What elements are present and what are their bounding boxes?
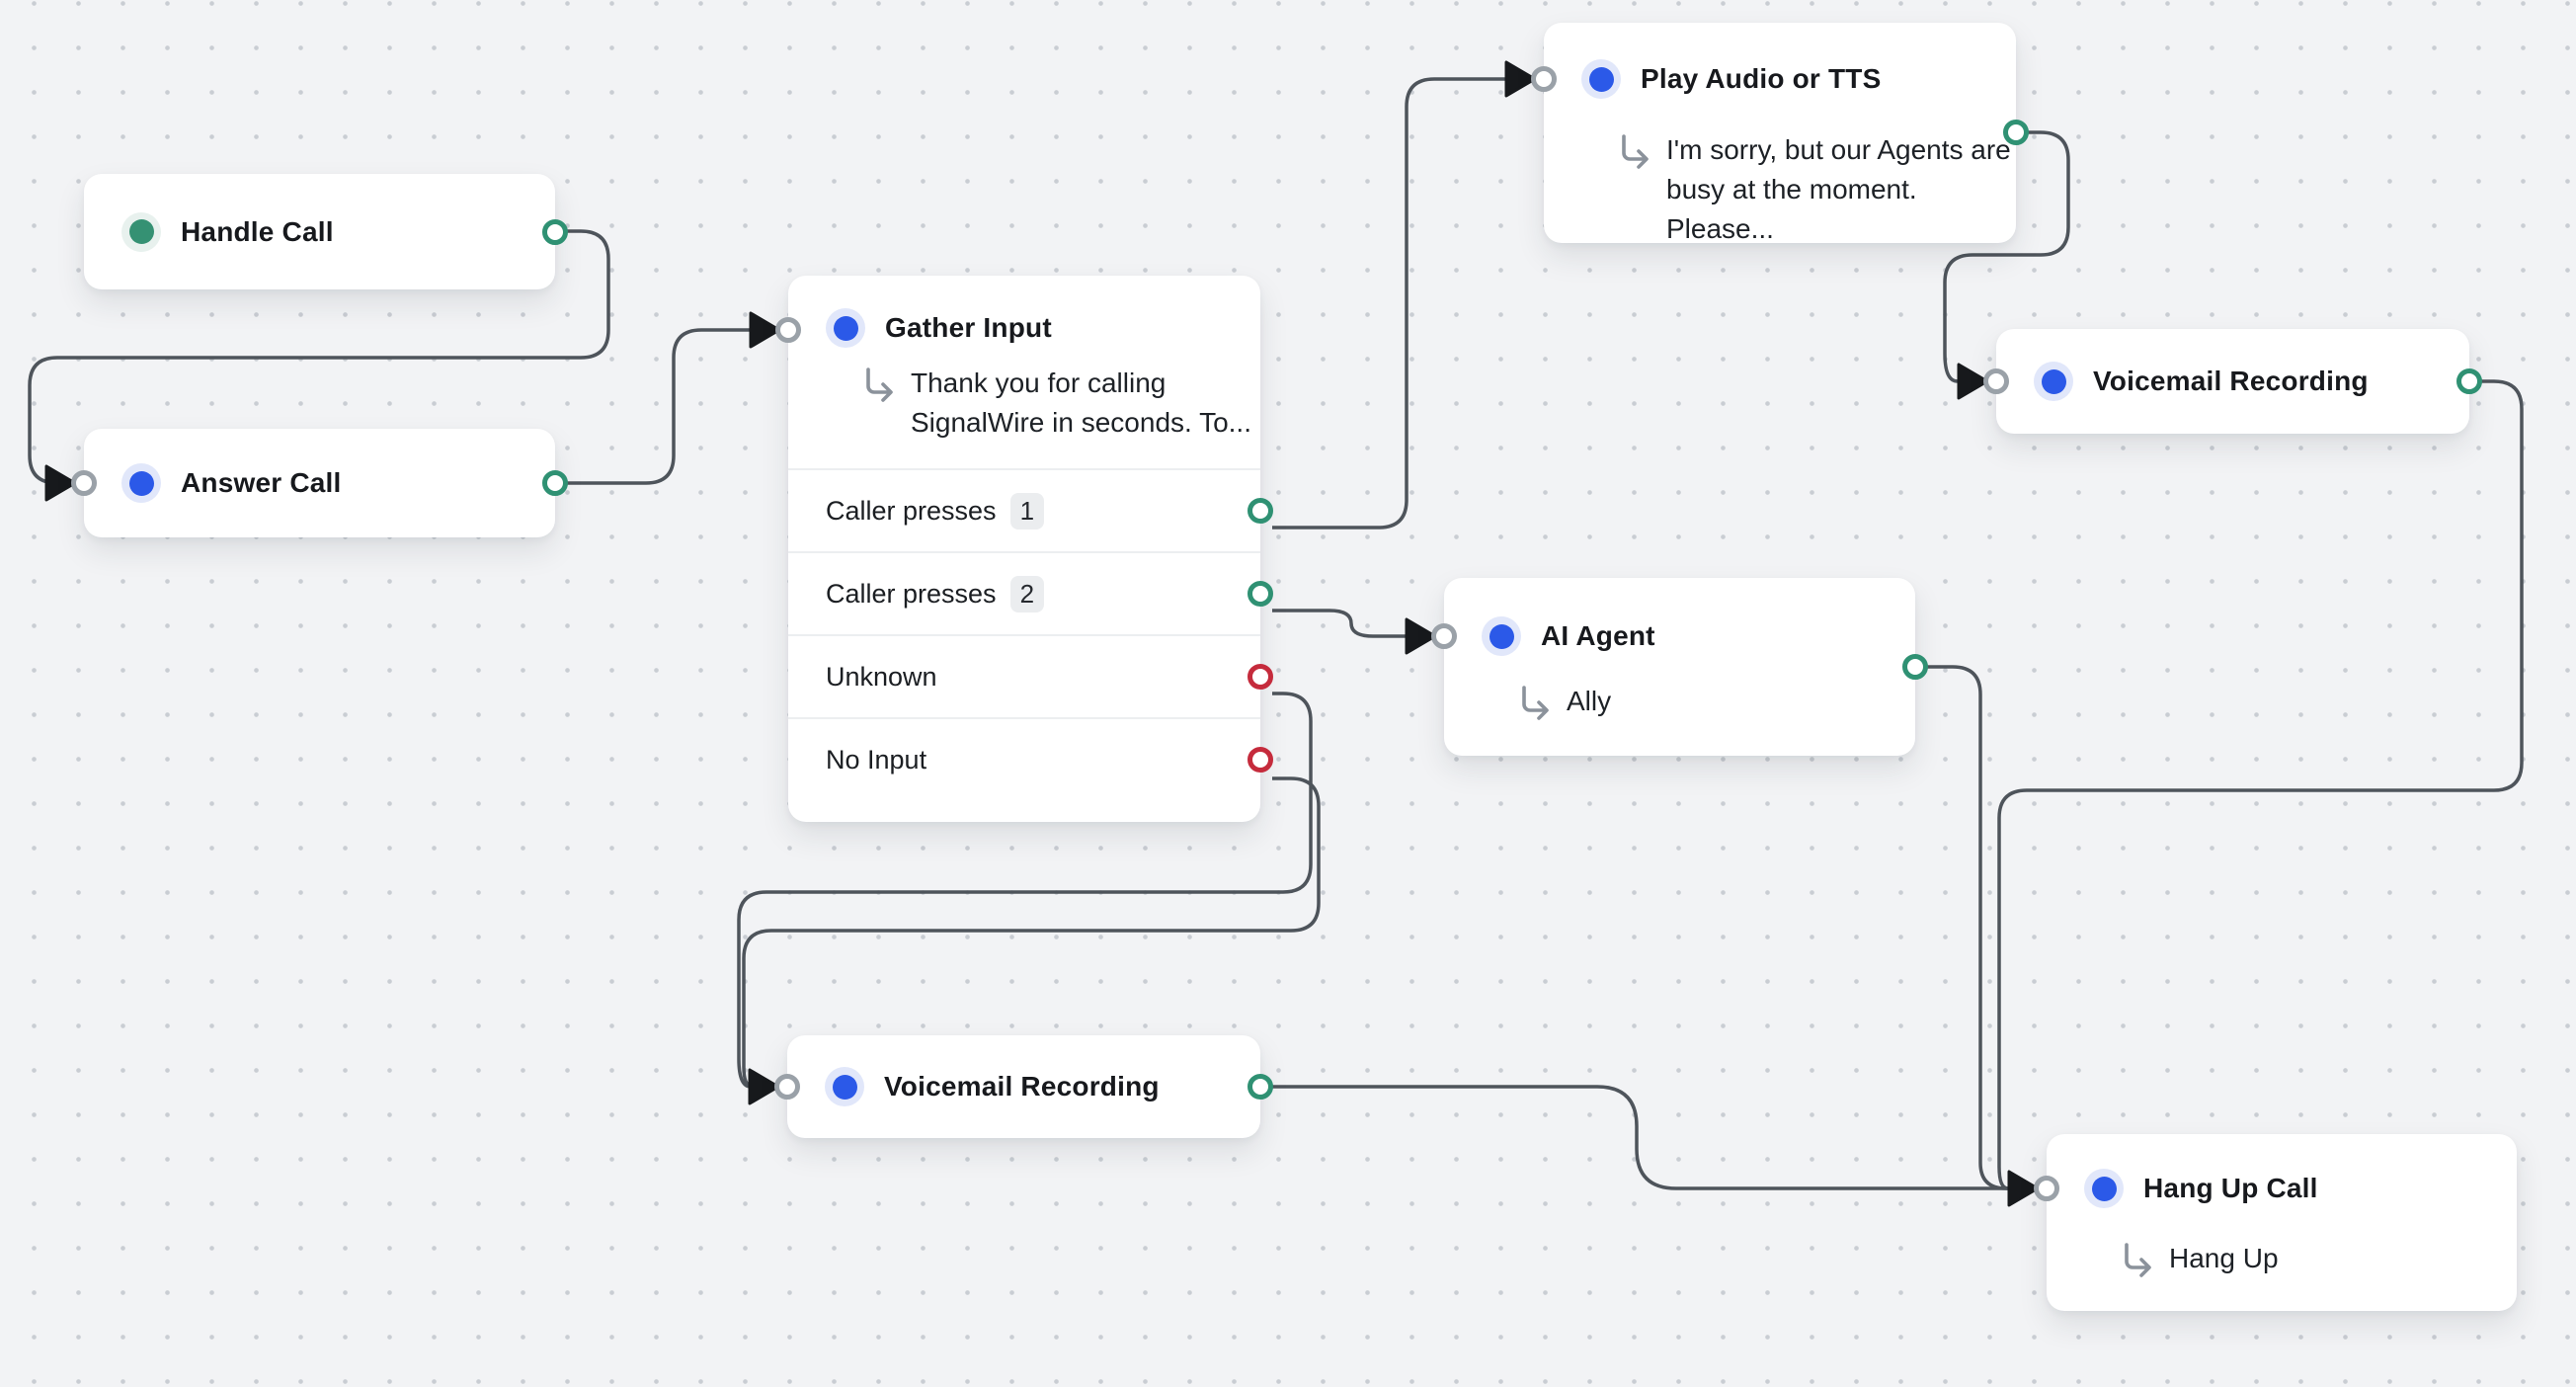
node-title: Play Audio or TTS bbox=[1641, 59, 1882, 99]
node-title: Gather Input bbox=[885, 308, 1052, 348]
edge-answer-to-gather[interactable] bbox=[567, 330, 750, 483]
digit-badge: 1 bbox=[1010, 493, 1044, 530]
row-label: Unknown bbox=[826, 662, 937, 693]
handle-call-type-icon bbox=[121, 212, 161, 252]
output-port-unknown[interactable] bbox=[1248, 664, 1273, 690]
node-voicemail-recording-top[interactable]: Voicemail Recording bbox=[1996, 329, 2469, 434]
gather-row-unknown[interactable]: Unknown bbox=[788, 634, 1260, 717]
branch-arrow-icon bbox=[863, 367, 897, 402]
branch-arrow-icon bbox=[2122, 1242, 2155, 1277]
edge-voicemailbottom-to-hangup[interactable] bbox=[1272, 1087, 2008, 1188]
voicemail-type-icon bbox=[825, 1067, 864, 1106]
ai-agent-type-icon bbox=[1482, 616, 1521, 656]
gather-input-type-icon bbox=[826, 308, 865, 348]
node-title: Hang Up Call bbox=[2143, 1169, 2318, 1208]
output-port-press-2[interactable] bbox=[1248, 581, 1273, 607]
node-subtitle: I'm sorry, but our Agents are busy at th… bbox=[1666, 130, 2016, 249]
digit-badge: 2 bbox=[1010, 576, 1044, 612]
gather-row-caller-presses-2[interactable]: Caller presses 2 bbox=[788, 551, 1260, 634]
node-title: Answer Call bbox=[181, 463, 341, 503]
node-title: Handle Call bbox=[181, 212, 334, 252]
node-answer-call[interactable]: Answer Call bbox=[84, 429, 555, 537]
edge-press2-to-aiagent[interactable] bbox=[1272, 611, 1406, 636]
branch-arrow-icon bbox=[1519, 685, 1553, 720]
play-audio-type-icon bbox=[1581, 59, 1621, 99]
edge-press1-to-playaudio[interactable] bbox=[1272, 79, 1505, 528]
answer-call-type-icon bbox=[121, 463, 161, 503]
output-port-no-input[interactable] bbox=[1248, 747, 1273, 773]
node-voicemail-recording-bottom[interactable]: Voicemail Recording bbox=[787, 1035, 1260, 1138]
flow-canvas[interactable]: Handle Call Answer Call Gather Input Tha… bbox=[0, 0, 2576, 1387]
output-port[interactable] bbox=[542, 219, 568, 245]
node-subtitle: Thank you for calling SignalWire in seco… bbox=[911, 364, 1260, 443]
input-port[interactable] bbox=[775, 317, 801, 343]
node-title: AI Agent bbox=[1541, 616, 1655, 656]
node-title: Voicemail Recording bbox=[2093, 362, 2369, 401]
output-port[interactable] bbox=[1902, 654, 1928, 680]
node-subtitle: Ally bbox=[1567, 682, 1611, 721]
input-port[interactable] bbox=[1431, 623, 1457, 649]
row-label: Caller presses bbox=[826, 579, 997, 610]
output-port[interactable] bbox=[1248, 1074, 1273, 1100]
edge-aiagent-to-hangup[interactable] bbox=[1927, 667, 2008, 1188]
input-port[interactable] bbox=[774, 1074, 800, 1100]
gather-row-caller-presses-1[interactable]: Caller presses 1 bbox=[788, 468, 1260, 551]
row-label: No Input bbox=[826, 745, 926, 775]
output-port[interactable] bbox=[2456, 368, 2482, 394]
input-port[interactable] bbox=[71, 470, 97, 496]
voicemail-type-icon bbox=[2034, 362, 2073, 401]
row-label: Caller presses bbox=[826, 496, 997, 527]
node-gather-input[interactable]: Gather Input Thank you for calling Signa… bbox=[788, 276, 1260, 822]
input-port[interactable] bbox=[1531, 66, 1557, 92]
node-ai-agent[interactable]: AI Agent Ally bbox=[1444, 578, 1915, 756]
hang-up-type-icon bbox=[2084, 1169, 2124, 1208]
gather-row-no-input[interactable]: No Input bbox=[788, 717, 1260, 800]
edge-voicemailtop-to-hangup[interactable] bbox=[1999, 381, 2522, 1188]
node-play-audio-or-tts[interactable]: Play Audio or TTS I'm sorry, but our Age… bbox=[1544, 23, 2016, 243]
node-title: Voicemail Recording bbox=[884, 1067, 1160, 1106]
node-handle-call[interactable]: Handle Call bbox=[84, 174, 555, 289]
node-subtitle: Hang Up bbox=[2169, 1239, 2279, 1278]
input-port[interactable] bbox=[2034, 1176, 2059, 1201]
branch-arrow-icon bbox=[1619, 133, 1652, 169]
output-port-press-1[interactable] bbox=[1248, 498, 1273, 524]
output-port[interactable] bbox=[2003, 120, 2029, 145]
output-port[interactable] bbox=[542, 470, 568, 496]
node-hang-up-call[interactable]: Hang Up Call Hang Up bbox=[2047, 1134, 2517, 1311]
input-port[interactable] bbox=[1983, 368, 2009, 394]
